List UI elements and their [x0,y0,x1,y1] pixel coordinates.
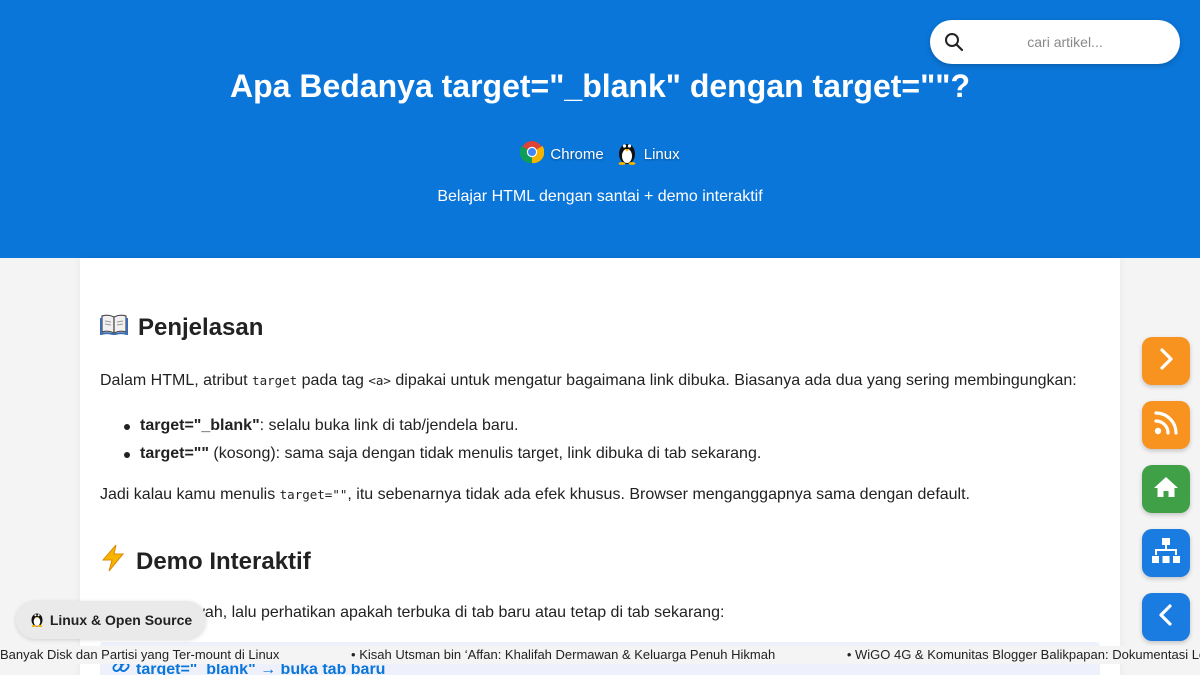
heading-text: Demo Interaktif [136,547,311,575]
sitemap-icon [1151,537,1181,570]
inline-code: <a> [368,373,391,388]
ticker-item[interactable]: Banyak Disk dan Partisi yang Ter-mount d… [0,647,313,662]
text: pada tag [297,372,369,389]
badge-label: Linux & Open Source [49,612,193,628]
bold-text: target="" [140,445,209,462]
tag-chrome[interactable]: Chrome [520,140,604,168]
text: dipakai untuk mengatur bagaimana link di… [390,372,1077,389]
section-heading-demo: Demo Interaktif [100,544,311,579]
category-badge[interactable]: Linux & Open Source [16,601,206,639]
news-ticker: Banyak Disk dan Partisi yang Ter-mount d… [0,646,1200,664]
sitemap-button[interactable] [1142,529,1190,577]
chevron-right-icon [1154,347,1178,376]
text: : selalu buka link di tab/jendela baru. [259,417,519,434]
ticker-item[interactable]: • Kisah Utsman bin ‘Affan: Khalifah Derm… [351,647,809,662]
tag-list: Chrome Linux [0,139,1200,169]
text: Jadi kalau kamu menulis [100,486,280,503]
inline-code: target [252,373,298,388]
ticker-text: Banyak Disk dan Partisi yang Ter-mount d… [0,647,280,662]
text: , itu sebenarnya tidak ada efek khusus. … [347,486,970,503]
bullet-list: target="_blank": selalu buka link di tab… [120,412,761,468]
chrome-icon [520,140,545,168]
home-icon [1152,475,1180,504]
section-heading-penjelasan: Penjelasan [100,313,263,342]
search-input[interactable] [930,20,1180,64]
home-button[interactable] [1142,465,1190,513]
penguin-icon [30,611,44,630]
inline-code: target="" [279,487,348,502]
ticker-item[interactable]: • WiGO 4G & Komunitas Blogger Balikpapan… [847,647,1200,662]
ticker-text: WiGO 4G & Komunitas Blogger Balikpapan: … [854,647,1200,662]
text: (kosong): sama saja dengan tidak menulis… [208,445,762,462]
bold-text: target="_blank" [140,417,260,434]
page-title: Apa Bedanya target="_blank" dengan targe… [230,68,970,104]
text: Dalam HTML, atribut [100,372,253,389]
search-icon[interactable] [944,32,964,57]
rss-icon [1153,410,1179,441]
tag-linux[interactable]: Linux [616,139,680,169]
book-icon [100,313,128,342]
rss-button[interactable] [1142,401,1190,449]
heading-text: Penjelasan [138,313,264,341]
previous-post-button[interactable] [1142,593,1190,641]
intro-paragraph: Dalam HTML, atribut target pada tag <a> … [100,371,1077,391]
search-box [930,20,1180,64]
page-subtitle: Belajar HTML dengan santai + demo intera… [437,188,763,205]
lightning-icon [100,544,126,579]
list-item: target="" (kosong): sama saja dengan tid… [120,440,761,468]
article-card: Penjelasan Dalam HTML, atribut target pa… [80,258,1120,675]
chevron-left-icon [1154,603,1178,632]
ticker-text: Kisah Utsman bin ‘Affan: Khalifah Dermaw… [359,647,776,662]
tag-label: Chrome [550,145,604,163]
tag-label: Linux [643,145,680,163]
note-paragraph: Jadi kalau kamu menulis target="", itu s… [100,485,970,505]
next-post-button[interactable] [1142,337,1190,385]
list-item: target="_blank": selalu buka link di tab… [120,412,761,440]
tux-icon [616,139,638,169]
